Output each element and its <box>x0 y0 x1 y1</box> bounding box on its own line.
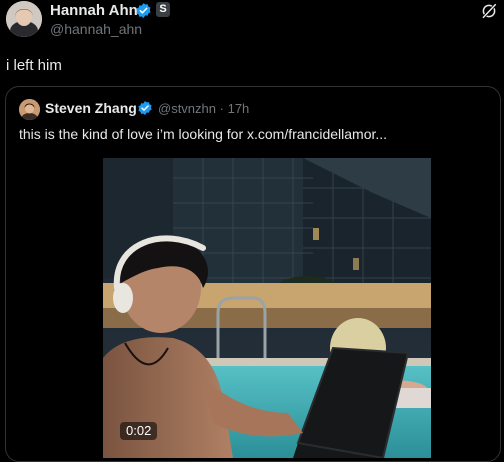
quoted-author-handle[interactable]: @stvnzhn <box>158 101 216 116</box>
quoted-author-name[interactable]: Steven Zhang <box>45 100 137 116</box>
video-timestamp: 0:02 <box>120 422 158 440</box>
quoted-author-avatar[interactable] <box>19 99 40 120</box>
quoted-tweet-meta: @stvnzhn · 17h <box>158 101 249 116</box>
video-frame <box>103 158 431 458</box>
quoted-tweet-time[interactable]: 17h <box>228 101 250 116</box>
verified-check-icon <box>136 3 151 18</box>
video-player[interactable]: 0:02 <box>103 158 431 458</box>
author-name[interactable]: Hannah Ahn <box>50 2 138 19</box>
author-avatar[interactable] <box>6 1 42 37</box>
grok-icon[interactable] <box>480 2 498 20</box>
verified-check-icon <box>138 101 152 115</box>
tweet-text: i left him <box>6 57 62 74</box>
quoted-tweet-card[interactable]: Steven Zhang @stvnzhn · 17h this is the … <box>5 86 501 462</box>
quoted-tweet-text: this is the kind of love i’m looking for… <box>19 126 388 142</box>
subscriber-badge: S <box>156 2 170 17</box>
meta-separator: · <box>219 101 224 116</box>
author-handle[interactable]: @hannah_ahn <box>50 21 142 37</box>
